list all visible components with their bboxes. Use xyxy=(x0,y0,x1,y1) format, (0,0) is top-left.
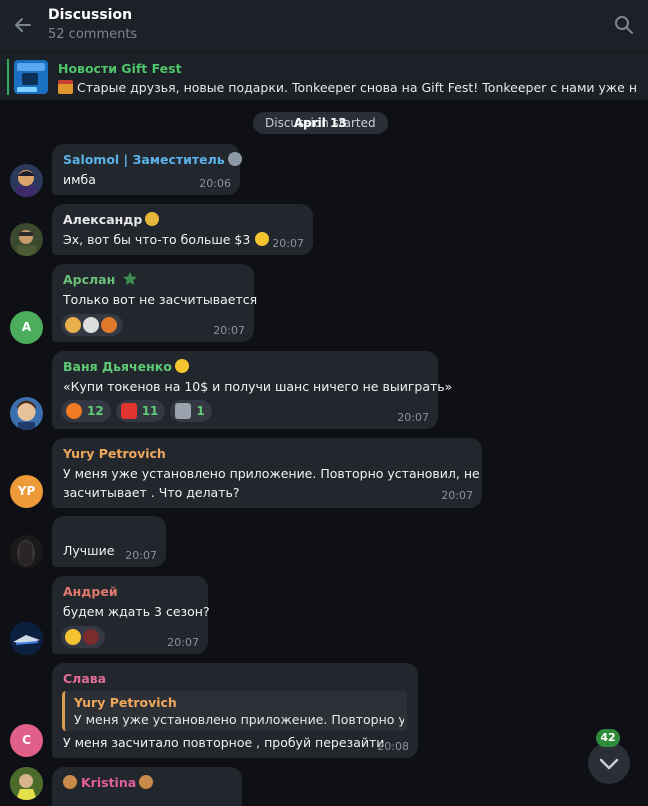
avatar[interactable]: C xyxy=(10,724,43,757)
sender-name[interactable]: Андрей xyxy=(63,584,118,599)
back-arrow-icon[interactable] xyxy=(12,14,34,36)
chevron-down-icon xyxy=(599,758,619,770)
sleepy-emoji-icon xyxy=(174,359,189,373)
sender-name[interactable]: Александр xyxy=(63,212,160,227)
user-avatar-icon xyxy=(83,317,99,333)
avatar[interactable]: YP xyxy=(10,475,43,508)
message-text: будем ждать 3 сезон? xyxy=(63,604,210,619)
message-bubble[interactable]: Андрей будем ждать 3 сезон? 20:07 xyxy=(52,576,210,654)
quote-text: У меня уже установлено приложение. Повто… xyxy=(74,712,404,727)
search-icon[interactable] xyxy=(614,15,634,35)
sender-name[interactable]: Слава xyxy=(63,671,106,686)
user-avatar-icon xyxy=(101,317,117,333)
reactions-row xyxy=(61,314,123,336)
sweat-smile-emoji-icon xyxy=(255,232,270,246)
message-time: 20:07 xyxy=(272,237,304,250)
avatar[interactable] xyxy=(10,164,43,197)
moai-emoji-icon xyxy=(227,152,242,166)
unread-count-badge: 42 xyxy=(596,729,620,747)
message-bubble[interactable]: Слава Yury Petrovich У меня уже установл… xyxy=(52,663,418,758)
message-text: Эх, вот бы что-то больше $3 xyxy=(63,230,270,249)
sender-name[interactable]: Salomol | Заместитель xyxy=(63,152,242,167)
chat-title: Discussion xyxy=(48,7,133,23)
fire-icon xyxy=(66,403,82,419)
user-avatar-icon xyxy=(83,629,99,645)
message-bubble[interactable]: Александр Эх, вот бы что-то больше $3 20… xyxy=(52,204,313,255)
hands-up-emoji-icon xyxy=(145,212,160,226)
message-text: засчитывает . Что делать? xyxy=(63,485,240,500)
message-bubble[interactable]: Ваня Дьяченко «Купи токенов на 10$ и пол… xyxy=(52,351,452,429)
monkey-emoji-icon xyxy=(63,775,77,789)
message-text xyxy=(63,793,223,806)
message-time: 20:08 xyxy=(377,740,409,753)
message-bubble[interactable]: Salomol | Заместитель имба 20:06 xyxy=(52,144,242,195)
message-time: 20:06 xyxy=(199,177,231,190)
avatar[interactable] xyxy=(10,622,43,655)
reply-quote[interactable]: Yury Petrovich У меня уже установлено пр… xyxy=(62,691,407,731)
message-text: имба xyxy=(63,172,96,187)
quote-sender: Yury Petrovich xyxy=(74,695,177,710)
handshake-emoji-icon xyxy=(65,317,81,333)
message-time: 20:07 xyxy=(441,489,473,502)
reaction-chip[interactable] xyxy=(61,314,123,336)
hundred-icon xyxy=(120,403,137,419)
reactions-row: 12 11 1 xyxy=(61,400,212,422)
message-time: 20:07 xyxy=(213,324,245,337)
message-bubble[interactable]: Лучшие 20:07 xyxy=(52,516,166,567)
sender-name[interactable]: Ваня Дьяченко xyxy=(63,359,189,374)
pinned-title: Новости Gift Fest xyxy=(58,61,182,76)
pinned-text: Старые друзья, новые подарки. Tonkeeper … xyxy=(58,80,636,95)
reaction-chip[interactable]: 12 xyxy=(61,400,111,422)
message-bubble[interactable]: Kristina xyxy=(52,767,242,806)
reaction-chip[interactable] xyxy=(61,626,105,648)
reaction-chip[interactable]: 1 xyxy=(170,400,212,422)
message-text: Только вот не засчитывается xyxy=(63,292,258,307)
pinned-post[interactable]: Новости Gift Fest Старые друзья, новые п… xyxy=(0,52,648,100)
star-icon xyxy=(122,272,137,285)
comment-count: 52 comments xyxy=(48,27,138,42)
reaction-chip[interactable]: 11 xyxy=(115,400,166,422)
pinned-thumbnail xyxy=(14,60,48,94)
sender-name[interactable]: Yury Petrovich xyxy=(63,446,166,461)
message-list[interactable]: Discussion started April 13 Salomol | За… xyxy=(0,100,648,806)
scroll-down-button[interactable] xyxy=(588,742,630,784)
message-text: Лучшие xyxy=(63,543,115,558)
message-time: 20:07 xyxy=(125,549,157,562)
message-bubble[interactable]: Арслан Только вот не засчитывается 20:07 xyxy=(52,264,258,342)
avatar[interactable] xyxy=(10,223,43,256)
message-time: 20:07 xyxy=(167,636,199,649)
avatar[interactable] xyxy=(10,767,43,800)
reactions-row xyxy=(61,626,105,648)
sender-name[interactable]: Арслан xyxy=(63,272,137,287)
avatar[interactable] xyxy=(10,397,43,430)
grimace-emoji-icon xyxy=(65,629,81,645)
avatar[interactable] xyxy=(10,535,43,568)
message-time: 20:07 xyxy=(397,411,429,424)
avatar[interactable]: A xyxy=(10,311,43,344)
gift-icon xyxy=(58,80,73,94)
message-text: У меня засчитало повторное , пробуй пере… xyxy=(63,735,385,750)
message-text: «Купи токенов на 10$ и получи шанс ничег… xyxy=(63,379,453,394)
chat-header: Discussion 52 comments xyxy=(0,0,648,52)
monkey-emoji-icon xyxy=(139,775,154,789)
sender-name[interactable]: Kristina xyxy=(63,775,154,790)
moai-icon xyxy=(175,403,192,419)
pinned-accent-bar xyxy=(7,59,9,95)
message-bubble[interactable]: Yury Petrovich У меня уже установлено пр… xyxy=(52,438,482,508)
message-text: У меня уже установлено приложение. Повто… xyxy=(63,466,480,481)
date-separator: Discussion started April 13 xyxy=(253,112,388,134)
